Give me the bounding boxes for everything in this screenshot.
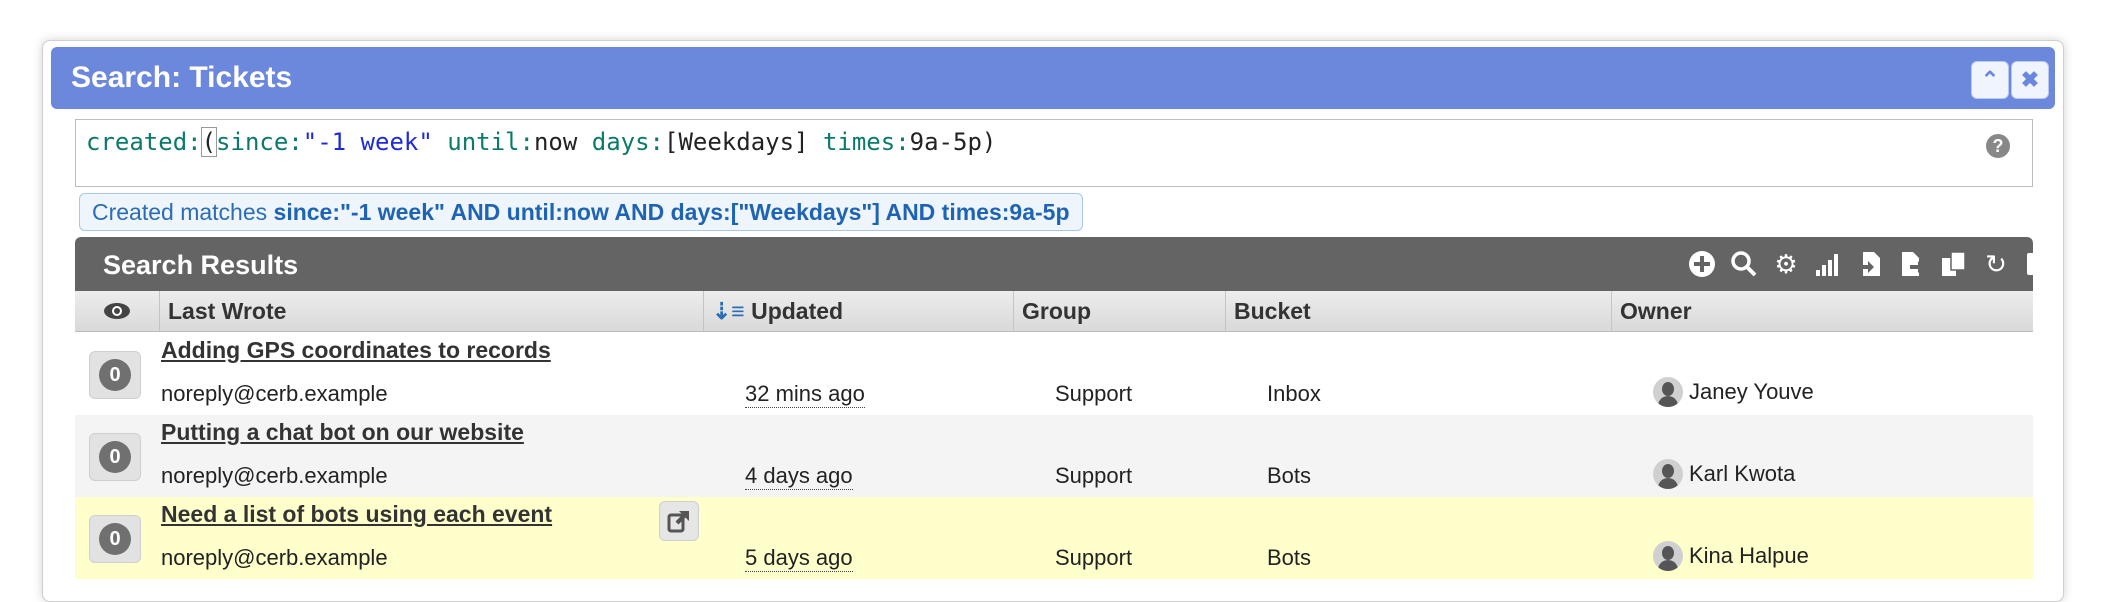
owner-cell[interactable]: Karl Kwota: [1653, 459, 1795, 489]
avatar: [1653, 377, 1683, 407]
export-icon[interactable]: [1897, 249, 1927, 279]
query-summary[interactable]: Created matches since:"-1 week" AND unti…: [79, 193, 1083, 231]
ticket-subject-link[interactable]: Putting a chat bot on our website: [161, 419, 524, 446]
sort-desc-icon: ⇣≡: [712, 298, 745, 324]
query-token: times:: [822, 128, 910, 156]
query-token: 9a-5p): [909, 128, 997, 156]
external-link-icon: [667, 511, 689, 533]
column-updated[interactable]: ⇣≡ Updated: [703, 291, 1013, 331]
table-row[interactable]: 0 Putting a chat bot on our website nore…: [75, 415, 2033, 497]
search-query-input[interactable]: created:(since:"-1 week" until:now days:…: [75, 119, 2033, 187]
watchers-button[interactable]: 0: [89, 433, 141, 481]
owner-name: Janey Youve: [1689, 379, 1814, 404]
ticket-subject-link[interactable]: Need a list of bots using each event: [161, 501, 552, 528]
group-cell[interactable]: Support: [1055, 545, 1132, 571]
summary-prefix: Created matches: [92, 199, 274, 225]
column-group[interactable]: Group: [1013, 291, 1225, 331]
watchers-count: 0: [99, 441, 131, 473]
column-owner[interactable]: Owner: [1611, 291, 2033, 331]
query-token: now: [533, 128, 592, 156]
search-dialog: Search: Tickets ⌃ ✖ created:(since:"-1 w…: [42, 40, 2064, 602]
dialog-title: Search: Tickets: [71, 61, 293, 94]
dialog-titlebar: Search: Tickets ⌃ ✖: [51, 47, 2055, 109]
query-token: [Weekdays]: [664, 128, 823, 156]
results-toolbar: Search Results ⚙ ↻: [75, 237, 2049, 291]
last-wrote-cell: noreply@cerb.example: [161, 463, 388, 488]
bucket-cell[interactable]: Bots: [1267, 545, 1311, 571]
watchers-column-header[interactable]: [75, 291, 159, 331]
chart-icon[interactable]: [1813, 249, 1843, 279]
select-all-checkbox[interactable]: [2023, 249, 2053, 279]
bucket-cell[interactable]: Inbox: [1267, 381, 1321, 407]
collapse-button[interactable]: ⌃: [1971, 61, 2009, 99]
updated-cell: 32 mins ago: [745, 381, 865, 408]
owner-cell[interactable]: Janey Youve: [1653, 377, 1814, 407]
ticket-subject-link[interactable]: Adding GPS coordinates to records: [161, 337, 551, 364]
last-wrote-cell: noreply@cerb.example: [161, 545, 388, 570]
column-bucket[interactable]: Bucket: [1225, 291, 1611, 331]
query-token: "-1 week": [302, 128, 433, 156]
table-row[interactable]: 0 Need a list of bots using each event n…: [75, 497, 2033, 579]
peek-button[interactable]: [659, 501, 699, 541]
summary-criteria: since:"-1 week" AND until:now AND days:[…: [273, 199, 1070, 225]
copy-icon[interactable]: [1939, 249, 1969, 279]
search-icon[interactable]: [1729, 249, 1759, 279]
query-token: since:: [216, 128, 303, 156]
help-icon[interactable]: ?: [1986, 134, 2010, 158]
watchers-button[interactable]: 0: [89, 351, 141, 399]
owner-name: Kina Halpue: [1689, 543, 1809, 568]
avatar: [1653, 541, 1683, 571]
owner-cell[interactable]: Kina Halpue: [1653, 541, 1809, 571]
watchers-count: 0: [99, 359, 131, 391]
owner-name: Karl Kwota: [1689, 461, 1796, 486]
table-row[interactable]: 0 Adding GPS coordinates to records nore…: [75, 333, 2033, 415]
query-token: [433, 128, 447, 156]
query-token: until:: [447, 128, 534, 156]
group-cell[interactable]: Support: [1055, 463, 1132, 489]
bucket-cell[interactable]: Bots: [1267, 463, 1311, 489]
avatar: [1653, 459, 1683, 489]
refresh-icon[interactable]: ↻: [1981, 249, 2011, 279]
add-icon[interactable]: [1687, 249, 1717, 279]
import-icon[interactable]: [1855, 249, 1885, 279]
watchers-count: 0: [99, 523, 131, 555]
query-token: created:: [86, 128, 202, 156]
watchers-button[interactable]: 0: [89, 515, 141, 563]
query-token: days:: [591, 128, 664, 156]
updated-cell: 4 days ago: [745, 463, 853, 490]
column-last-wrote[interactable]: Last Wrote: [159, 291, 703, 331]
group-cell[interactable]: Support: [1055, 381, 1132, 407]
query-text: created:(since:"-1 week" until:now days:…: [86, 127, 997, 157]
query-token: (: [200, 127, 218, 157]
column-updated-label: Updated: [751, 298, 844, 324]
close-button[interactable]: ✖: [2011, 61, 2049, 99]
table-header: Last Wrote ⇣≡ Updated Group Bucket Owner: [75, 291, 2033, 332]
updated-cell: 5 days ago: [745, 545, 853, 572]
chevron-up-icon: ⌃: [1980, 67, 2000, 92]
close-icon: ✖: [2020, 67, 2040, 92]
results-title: Search Results: [103, 250, 299, 280]
last-wrote-cell: noreply@cerb.example: [161, 381, 388, 406]
gear-icon[interactable]: ⚙: [1771, 249, 1801, 279]
